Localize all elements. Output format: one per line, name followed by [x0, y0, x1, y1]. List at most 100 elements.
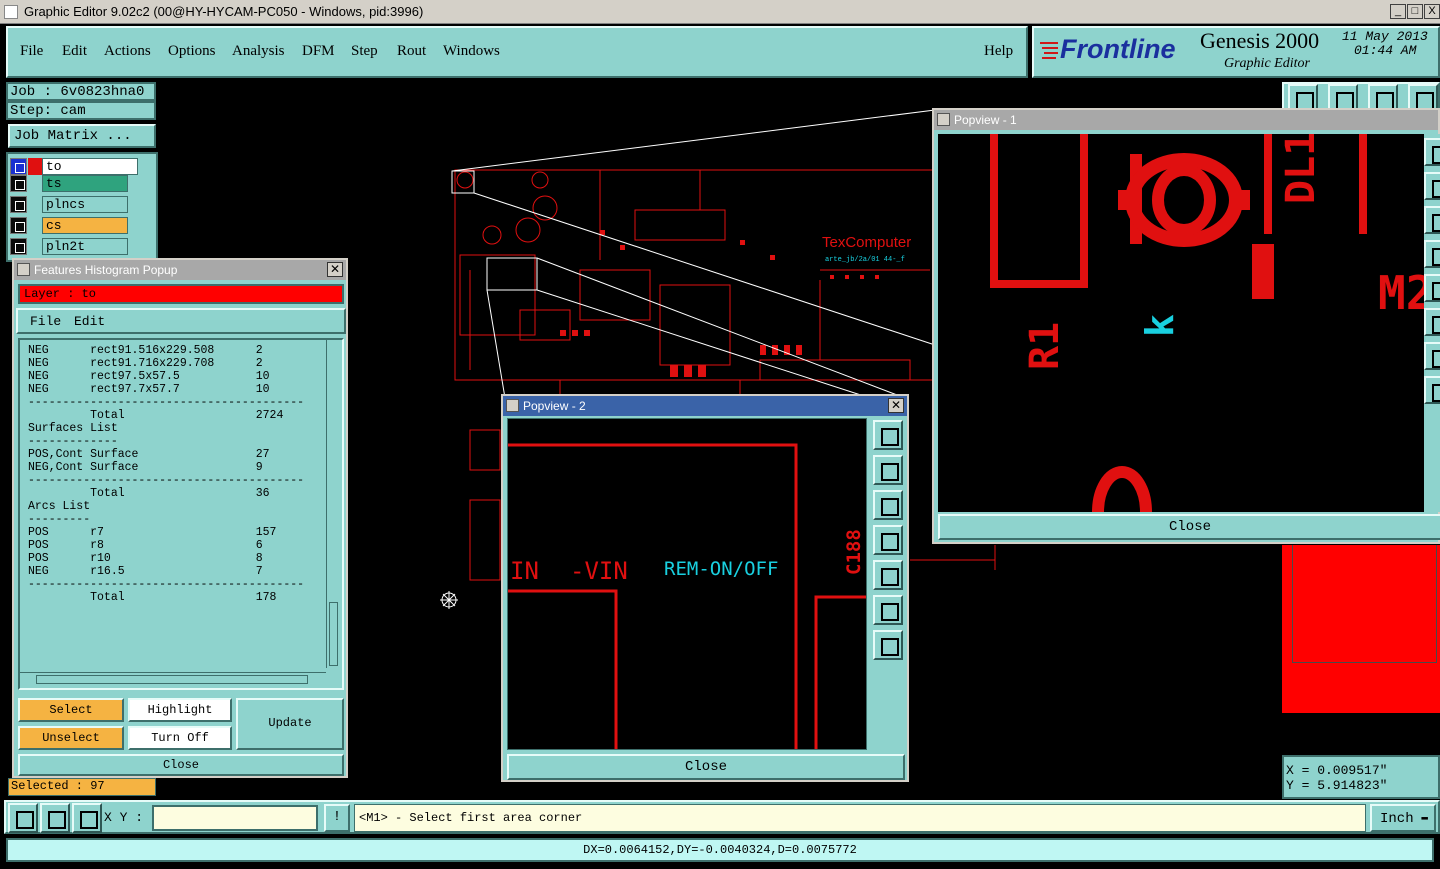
- time-display: 01:44 AM: [1354, 43, 1417, 58]
- histogram-line: NEG rect91.716x229.708 2: [28, 357, 263, 370]
- pan-up-icon[interactable]: [873, 455, 903, 485]
- popview-icon: [937, 113, 950, 126]
- pan-icon[interactable]: [1424, 376, 1440, 404]
- pan-right-icon[interactable]: [873, 560, 903, 590]
- histogram-line: Total 36: [28, 487, 270, 500]
- via-pad: [531, 171, 549, 189]
- popview-1-close-button[interactable]: Close: [938, 514, 1440, 540]
- zoom-in-icon[interactable]: [873, 630, 903, 660]
- popview-2-titlebar[interactable]: Popview - 2 ✕: [503, 396, 907, 416]
- histogram-line: ---------: [28, 513, 91, 526]
- horizontal-scrollbar[interactable]: [20, 672, 326, 686]
- product-name: Genesis 2000: [1200, 28, 1320, 53]
- xy-input[interactable]: [152, 805, 318, 831]
- save-icon[interactable]: [1328, 84, 1358, 110]
- histogram-app-icon: [17, 263, 30, 276]
- zoom-icon[interactable]: [873, 420, 903, 450]
- pan-icon[interactable]: [1424, 274, 1440, 302]
- xy-label: X Y :: [104, 810, 144, 825]
- component-block: [469, 499, 501, 581]
- chevron-down-icon: ▬: [1421, 812, 1428, 824]
- pan-icon[interactable]: [1424, 172, 1440, 200]
- histogram-content: NEG rect91.516x229.508 2 NEG rect91.716x…: [18, 338, 344, 690]
- y-coordinate: Y = 5.914823": [1286, 778, 1388, 793]
- close-window-button[interactable]: X: [1424, 4, 1440, 19]
- pan-icon[interactable]: [1424, 308, 1440, 336]
- select-button[interactable]: Select: [18, 698, 124, 722]
- main-menubar: File Edit Actions Options Analysis DFM S…: [6, 26, 1028, 78]
- grid-icon[interactable]: [72, 803, 102, 833]
- menu-rout[interactable]: Rout: [397, 43, 426, 60]
- popview-1-label-m2: M2: [1378, 266, 1424, 320]
- zoom-out-icon[interactable]: [873, 595, 903, 625]
- measurement-status: DX=0.0064152,DY=-0.0040324,D=0.0075772: [6, 838, 1434, 862]
- popview-1-label-dl1: DL1: [1278, 134, 1324, 204]
- zoom-home-icon[interactable]: [1368, 84, 1398, 110]
- popview-2-label-c188: C188: [843, 529, 865, 575]
- histogram-line: Total 178: [28, 591, 277, 604]
- product-subtitle: Graphic Editor: [1224, 56, 1310, 71]
- home-icon[interactable]: [1288, 84, 1318, 110]
- popview-1-toolbar: [1424, 134, 1440, 512]
- pan-icon[interactable]: [1424, 342, 1440, 370]
- pan-left-icon[interactable]: [873, 525, 903, 555]
- menu-dfm[interactable]: DFM: [302, 43, 335, 60]
- scrollbar-thumb[interactable]: [36, 675, 308, 684]
- unselect-button[interactable]: Unselect: [18, 726, 124, 750]
- highlight-button[interactable]: Highlight: [128, 698, 232, 722]
- snap-icon[interactable]: [8, 803, 38, 833]
- minimize-button[interactable]: _: [1390, 4, 1406, 19]
- status-prompt: <M1> - Select first area corner: [354, 804, 1366, 832]
- histogram-text: NEG rect91.516x229.508 2 NEG rect91.716x…: [28, 344, 304, 604]
- menu-edit[interactable]: Edit: [62, 43, 87, 60]
- coordinates-panel: X = 0.009517" Y = 5.914823": [1282, 755, 1440, 799]
- vertical-scrollbar[interactable]: [326, 340, 340, 668]
- brand-logo: Frontline: [1060, 34, 1176, 64]
- histogram-titlebar[interactable]: Features Histogram Popup ✕: [14, 260, 346, 280]
- menu-help[interactable]: Help: [984, 43, 1013, 60]
- maximize-button[interactable]: □: [1407, 4, 1423, 19]
- turn-off-button[interactable]: Turn Off: [128, 726, 232, 750]
- popview-2-label-rem: REM-ON/OFF: [664, 558, 778, 580]
- popview-2-close-button[interactable]: Close: [507, 754, 905, 780]
- menu-actions[interactable]: Actions: [104, 43, 151, 60]
- popview-2-title: Popview - 2: [523, 399, 586, 413]
- popview-2-label-vin: -VIN: [570, 557, 628, 585]
- histogram-line: NEG,Cont Surface 9: [28, 461, 263, 474]
- date-display: 11 May 2013: [1342, 29, 1428, 44]
- histogram-line: POS r8 6: [28, 539, 263, 552]
- popview-2-close-icon[interactable]: ✕: [888, 398, 904, 413]
- menu-windows[interactable]: Windows: [443, 43, 500, 60]
- histogram-line: ----------------------------------------: [28, 474, 305, 487]
- popview-2-canvas[interactable]: IN -VIN REM-ON/OFF C188: [507, 418, 867, 750]
- histogram-menu-edit[interactable]: Edit: [74, 314, 105, 329]
- scrollbar-thumb[interactable]: [329, 602, 338, 666]
- units-dropdown[interactable]: Inch ▬: [1370, 804, 1436, 832]
- menu-step[interactable]: Step: [351, 43, 378, 60]
- measure-icon[interactable]: [40, 803, 70, 833]
- app-icon: [4, 5, 18, 19]
- update-button[interactable]: Update: [236, 698, 344, 750]
- histogram-close-button[interactable]: Close: [18, 754, 344, 776]
- histogram-menu-file[interactable]: File: [30, 314, 61, 329]
- menu-file[interactable]: File: [20, 43, 43, 60]
- zoom-icon[interactable]: [1424, 138, 1440, 166]
- popview-2-window: Popview - 2 ✕ IN -VIN REM-ON/OFF C188 Cl…: [501, 394, 909, 782]
- info-button[interactable]: !: [324, 804, 350, 832]
- popview-1-label-k: k: [1138, 314, 1182, 337]
- menu-options[interactable]: Options: [168, 43, 216, 60]
- histogram-line: Arcs List: [28, 500, 91, 513]
- histogram-close-icon[interactable]: ✕: [327, 262, 343, 277]
- window-icon[interactable]: [1408, 84, 1438, 110]
- pan-down-icon[interactable]: [873, 490, 903, 520]
- popview-1-titlebar[interactable]: Popview - 1: [934, 110, 1438, 130]
- frontline-logo-icon: [1040, 42, 1058, 59]
- popview-1-canvas[interactable]: DL1 R1 k M2: [938, 134, 1424, 512]
- pan-icon[interactable]: [1424, 206, 1440, 234]
- popview-1-label-r1: R1: [1022, 322, 1068, 370]
- pan-icon[interactable]: [1424, 240, 1440, 268]
- via-pad: [515, 217, 541, 243]
- via-pad: [482, 225, 502, 245]
- menu-analysis[interactable]: Analysis: [232, 43, 285, 60]
- histogram-line: POS,Cont Surface 27: [28, 448, 270, 461]
